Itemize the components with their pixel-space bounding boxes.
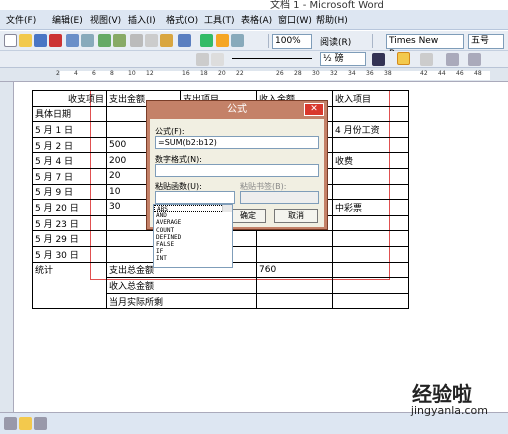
menu-edit[interactable]: 编辑(E) (52, 13, 83, 26)
ok-button[interactable]: 确定 (230, 209, 266, 223)
list-item[interactable]: INT (154, 255, 232, 262)
table-cell[interactable]: 5 月 29 日 (32, 230, 107, 247)
horizontal-ruler[interactable]: 2 4 6 8 10 12 16 18 20 22 26 28 30 32 34… (0, 68, 508, 82)
outline-view-icon[interactable] (34, 417, 47, 430)
list-item[interactable]: AVERAGE (154, 219, 232, 226)
list-item[interactable]: FALSE (154, 241, 232, 248)
number-format-select[interactable] (155, 164, 319, 177)
table-cell[interactable] (332, 136, 409, 154)
menu-tools[interactable]: 工具(T) (204, 13, 235, 26)
menu-window[interactable]: 窗口(W) (278, 13, 312, 26)
table-cell[interactable]: 5 月 4 日 (32, 152, 107, 169)
line-style-icon[interactable] (232, 58, 312, 59)
draw-table-icon[interactable] (196, 53, 209, 66)
paste-bookmark-select[interactable] (240, 191, 319, 204)
list-scrollbar[interactable] (222, 205, 232, 213)
paste-function-select[interactable] (155, 191, 235, 204)
menu-file[interactable]: 文件(F) (6, 13, 36, 26)
list-item[interactable]: DEFINED (154, 234, 232, 241)
list-item[interactable]: AND (154, 212, 232, 219)
table-cell[interactable] (332, 105, 409, 123)
menu-help[interactable]: 帮助(H) (316, 13, 348, 26)
table-cell[interactable]: 5 月 1 日 (32, 121, 107, 138)
normal-view-icon[interactable] (4, 417, 17, 430)
menu-insert[interactable]: 插入(I) (128, 13, 156, 26)
list-item[interactable]: COUNT (154, 227, 232, 234)
watermark-text: 经验啦 (412, 382, 472, 406)
print-icon[interactable] (66, 34, 79, 47)
menu-view[interactable]: 视图(V) (90, 13, 121, 26)
table-cell[interactable]: 具体日期 (32, 105, 107, 123)
table-cell[interactable] (332, 245, 409, 263)
border-color-icon[interactable] (372, 53, 385, 66)
menu-format[interactable]: 格式(O) (166, 13, 198, 26)
undo-icon[interactable] (178, 34, 191, 47)
table-cell[interactable] (256, 292, 333, 310)
cut-icon[interactable] (130, 34, 143, 47)
table-cell[interactable] (256, 277, 333, 294)
align-icon[interactable] (468, 53, 481, 66)
menu-table[interactable]: 表格(A) (241, 13, 272, 26)
table-cell[interactable]: 当月实际所剩 (106, 292, 257, 310)
table-cell[interactable] (332, 277, 409, 294)
table-cell[interactable]: 5 月 23 日 (32, 214, 107, 232)
list-item[interactable]: IF (154, 248, 232, 255)
open-icon[interactable] (19, 34, 32, 47)
font-select[interactable]: Times New Roman (386, 34, 464, 59)
title-bar: 文档 1 - Microsoft Word (0, 0, 508, 11)
merge-cells-icon[interactable] (446, 53, 459, 66)
close-icon[interactable]: ✕ (304, 103, 324, 116)
print-preview-icon[interactable] (81, 34, 94, 47)
table-cell[interactable] (332, 230, 409, 247)
spelling-icon[interactable] (98, 34, 111, 47)
outside-border-icon[interactable] (397, 52, 410, 65)
table-cell[interactable] (332, 167, 409, 185)
table-cell[interactable] (332, 292, 409, 310)
print-layout-icon[interactable] (19, 417, 32, 430)
table-cell[interactable]: 760 (256, 261, 333, 279)
table-cell[interactable]: 4 月份工资 (332, 121, 409, 138)
table-cell[interactable]: 5 月 9 日 (32, 183, 107, 201)
zoom-select[interactable]: 100% (272, 34, 312, 49)
menu-bar: 文件(F) 编辑(E) 视图(V) 插入(I) 格式(O) 工具(T) 表格(A… (0, 10, 508, 30)
table-cell[interactable]: 5 月 30 日 (32, 245, 107, 263)
table-cell[interactable]: 5 月 2 日 (32, 136, 107, 154)
save-icon[interactable] (34, 34, 47, 47)
table-cell[interactable] (256, 230, 333, 247)
shading-icon[interactable] (420, 53, 433, 66)
standard-toolbar: 100% 阅读(R) Times New Roman 五号 (0, 31, 508, 59)
table-cell[interactable] (332, 214, 409, 232)
permission-icon[interactable] (49, 34, 62, 47)
new-icon[interactable] (4, 34, 17, 47)
table-cell[interactable]: 统计 (32, 261, 107, 310)
table-cell[interactable] (256, 245, 333, 263)
formula-input[interactable]: =SUM(b2:b12) (155, 136, 319, 149)
read-button[interactable]: 阅读(R) (320, 35, 351, 48)
table-cell[interactable]: 收支项目 (32, 90, 107, 107)
insert-table-icon[interactable] (231, 34, 244, 47)
table-cell[interactable]: 收入总金额 (106, 277, 257, 294)
table-cell[interactable]: 收费 (332, 152, 409, 169)
tables-borders-icon[interactable] (216, 34, 229, 47)
list-item[interactable]: ABS (154, 205, 232, 213)
vertical-ruler[interactable] (0, 82, 14, 412)
watermark-url: jingyanla.com (410, 404, 488, 417)
table-cell[interactable]: 5 月 20 日 (32, 199, 107, 216)
hyperlink-icon[interactable] (200, 34, 213, 47)
table-cell[interactable]: 收入项目 (332, 90, 409, 107)
copy-icon[interactable] (145, 34, 158, 47)
table-cell[interactable]: 中彩票 (332, 199, 409, 216)
function-list[interactable]: ABS AND AVERAGE COUNT DEFINED FALSE IF I… (153, 204, 233, 268)
paste-icon[interactable] (160, 34, 173, 47)
tables-toolbar: ½ 磅 (0, 51, 508, 68)
dialog-title: 公式 (227, 104, 247, 115)
cancel-button[interactable]: 取消 (274, 209, 318, 223)
table-cell[interactable] (332, 261, 409, 279)
table-cell[interactable] (332, 183, 409, 201)
line-weight-select[interactable]: ½ 磅 (320, 52, 366, 66)
table-cell[interactable]: 5 月 7 日 (32, 167, 107, 185)
eraser-icon[interactable] (211, 53, 224, 66)
research-icon[interactable] (113, 34, 126, 47)
font-size-select[interactable]: 五号 (468, 34, 504, 49)
